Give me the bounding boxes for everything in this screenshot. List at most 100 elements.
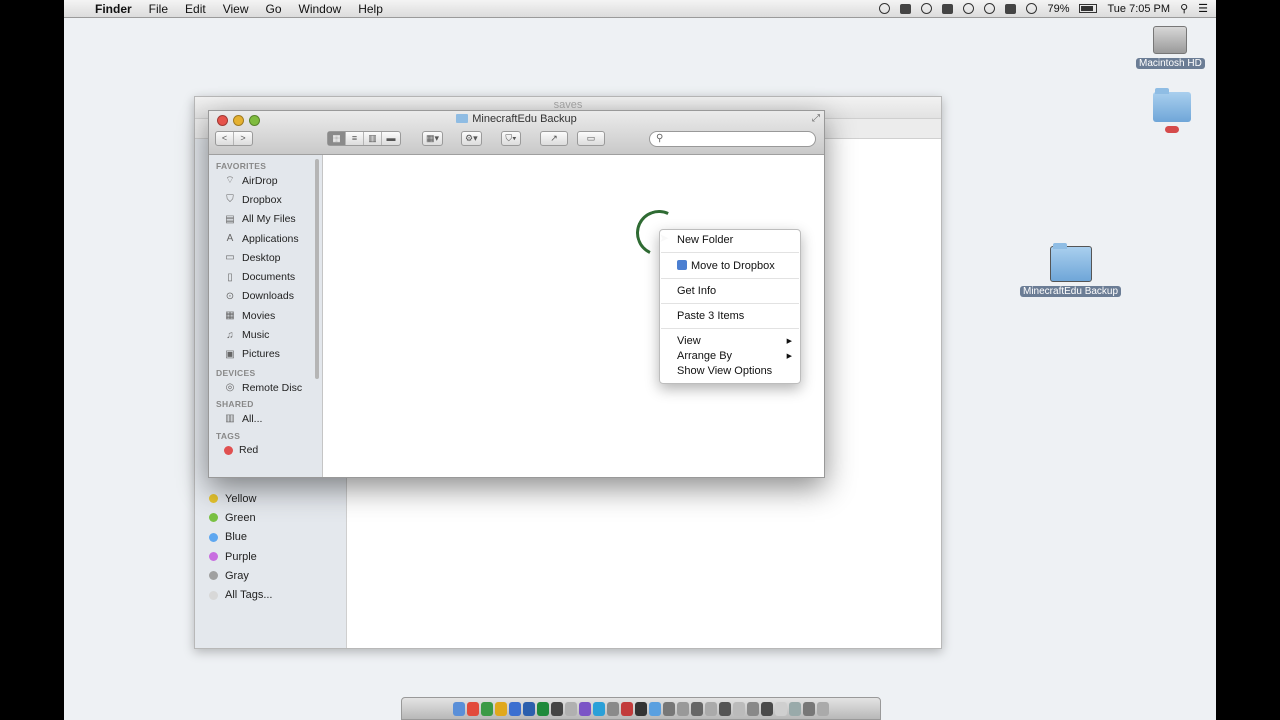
dock-app-icon[interactable] bbox=[677, 701, 689, 716]
wifi-icon[interactable] bbox=[1026, 3, 1038, 14]
window-titlebar[interactable]: MinecraftEdu Backup ⤢ < > ▦ ≡ ▥ ▬ ▦▾ ⚙▾ … bbox=[209, 111, 824, 155]
tag-button[interactable]: ▭ bbox=[577, 131, 605, 146]
sidebar-item-music[interactable]: ♫ Music bbox=[209, 325, 322, 344]
sidebar-item-downloads[interactable]: ⊙ Downloads bbox=[209, 287, 322, 306]
forward-button[interactable]: > bbox=[234, 132, 252, 145]
dock-app-icon[interactable] bbox=[593, 701, 605, 716]
menu-item-show-view-options[interactable]: Show View Options bbox=[677, 364, 794, 379]
column-view-icon[interactable]: ▥ bbox=[364, 132, 382, 145]
sidebar-item-all-my-files[interactable]: ▤ All My Files bbox=[209, 210, 322, 229]
dock-app-icon[interactable] bbox=[635, 701, 647, 716]
menu-item-move-to-dropbox[interactable]: Move to Dropbox bbox=[677, 259, 794, 274]
sidebar-scrollbar[interactable] bbox=[315, 159, 319, 379]
dock-app-icon[interactable] bbox=[467, 701, 479, 716]
action-button[interactable]: ⚙▾ bbox=[461, 131, 482, 146]
dock-app-icon[interactable] bbox=[523, 701, 535, 716]
dock-app-icon[interactable] bbox=[691, 701, 703, 716]
battery-icon[interactable] bbox=[1079, 4, 1098, 13]
tag-dot-icon bbox=[209, 532, 218, 542]
back-button[interactable]: < bbox=[216, 132, 234, 145]
menu-item-get-info[interactable]: Get Info bbox=[677, 284, 794, 299]
icon-view-icon[interactable]: ▦ bbox=[328, 132, 346, 145]
sidebar-item-movies[interactable]: ▦ Movies bbox=[209, 306, 322, 325]
tag-item-blue[interactable]: Blue bbox=[209, 528, 273, 547]
arrange-button[interactable]: ▦▾ bbox=[422, 131, 444, 146]
sidebar-item-pictures[interactable]: ▣ Pictures bbox=[209, 345, 322, 364]
dock-app-icon[interactable] bbox=[579, 701, 591, 716]
dropbox-icon: ⛉▾ bbox=[505, 133, 517, 143]
sidebar-item-desktop[interactable]: ▭ Desktop bbox=[209, 248, 322, 267]
sidebar-item-dropbox[interactable]: ⛉ Dropbox bbox=[209, 190, 322, 209]
dock-app-icon[interactable] bbox=[537, 701, 549, 716]
folder-icon bbox=[1049, 243, 1092, 282]
menu-clock[interactable]: Tue 7:05 PM bbox=[1107, 3, 1170, 15]
list-view-icon[interactable]: ≡ bbox=[346, 132, 364, 145]
menu-finder[interactable]: Finder bbox=[95, 2, 132, 16]
dock-app-icon[interactable] bbox=[453, 701, 465, 716]
sidebar-item-label: Dropbox bbox=[242, 193, 282, 206]
dock-app-icon[interactable] bbox=[649, 701, 661, 716]
tag-item-green[interactable]: Green bbox=[209, 508, 273, 527]
menu-go[interactable]: Go bbox=[266, 2, 282, 16]
dock-app-icon[interactable] bbox=[607, 701, 619, 716]
menu-help[interactable]: Help bbox=[358, 2, 383, 16]
view-buttons: ▦ ≡ ▥ ▬ bbox=[327, 131, 401, 146]
submenu-arrow-icon: ▶ bbox=[786, 353, 792, 360]
dock-app-icon[interactable] bbox=[761, 701, 773, 716]
dock-app-icon[interactable] bbox=[565, 701, 577, 716]
volume-icon[interactable] bbox=[1005, 3, 1017, 14]
submenu-arrow-icon: ▶ bbox=[786, 338, 792, 345]
dock-app-icon[interactable] bbox=[719, 701, 731, 716]
dropbox-button[interactable]: ⛉▾ bbox=[501, 131, 521, 146]
status-icon[interactable] bbox=[879, 3, 891, 14]
coverflow-view-icon[interactable]: ▬ bbox=[382, 132, 400, 145]
dock-app-icon[interactable] bbox=[705, 701, 717, 716]
sidebar-item-remote-disc[interactable]: ◎ Remote Disc bbox=[209, 378, 322, 397]
dock-app-icon[interactable] bbox=[481, 701, 493, 716]
tag-item-all[interactable]: All Tags... bbox=[209, 585, 273, 604]
dock bbox=[401, 697, 881, 720]
menu-item-paste[interactable]: Paste 3 Items bbox=[677, 309, 794, 324]
spotlight-icon[interactable]: ⚲ bbox=[1180, 2, 1188, 15]
notification-center-icon[interactable]: ☰ bbox=[1198, 2, 1208, 15]
timemachine-icon[interactable] bbox=[921, 3, 933, 14]
dock-app-icon[interactable] bbox=[747, 701, 759, 716]
tag-item-gray[interactable]: Gray bbox=[209, 566, 273, 585]
menu-item-view[interactable]: View ▶ bbox=[677, 334, 794, 349]
dock-app-icon[interactable] bbox=[733, 701, 745, 716]
dock-app-icon[interactable] bbox=[789, 701, 801, 716]
dock-app-icon[interactable] bbox=[817, 701, 829, 716]
menu-file[interactable]: File bbox=[149, 2, 168, 16]
fullscreen-icon[interactable]: ⤢ bbox=[812, 113, 820, 124]
tag-item-yellow[interactable]: Yellow bbox=[209, 489, 273, 508]
dock-app-icon[interactable] bbox=[775, 701, 787, 716]
notifications-icon[interactable] bbox=[942, 3, 954, 14]
sidebar-item-airdrop[interactable]: ⌔ AirDrop bbox=[209, 171, 322, 190]
dock-app-icon[interactable] bbox=[663, 701, 675, 716]
dock-app-icon[interactable] bbox=[495, 701, 507, 716]
menu-edit[interactable]: Edit bbox=[185, 2, 206, 16]
clock-icon[interactable] bbox=[963, 3, 975, 14]
share-button[interactable]: ↗ bbox=[540, 131, 568, 146]
tag-item-purple[interactable]: Purple bbox=[209, 547, 273, 566]
dock-app-icon[interactable] bbox=[509, 701, 521, 716]
dock-app-icon[interactable] bbox=[621, 701, 633, 716]
desktop-folder-blank[interactable] bbox=[1153, 88, 1191, 135]
dropbox-status-icon[interactable] bbox=[900, 3, 912, 14]
menu-window[interactable]: Window bbox=[299, 2, 342, 16]
menu-view[interactable]: View bbox=[223, 2, 249, 16]
tag-label: Green bbox=[225, 511, 256, 524]
dock-app-icon[interactable] bbox=[803, 701, 815, 716]
menu-item-new-folder[interactable]: New Folder bbox=[677, 233, 794, 248]
menu-item-arrange-by[interactable]: Arrange By ▶ bbox=[677, 349, 794, 364]
sidebar-item-applications[interactable]: A Applications bbox=[209, 229, 322, 248]
sidebar-item-shared-all[interactable]: ▥ All... bbox=[209, 409, 322, 428]
sidebar-item-tag-red[interactable]: Red bbox=[209, 441, 322, 460]
sidebar-item-label: AirDrop bbox=[242, 174, 278, 187]
bluetooth-icon[interactable] bbox=[984, 3, 996, 14]
desktop-drive[interactable]: Macintosh HD bbox=[1136, 26, 1205, 69]
sidebar-item-documents[interactable]: ▯ Documents bbox=[209, 267, 322, 286]
desktop-folder-backup[interactable]: MinecraftEdu Backup bbox=[1020, 243, 1122, 297]
search-field[interactable]: ⚲ bbox=[649, 131, 816, 147]
dock-app-icon[interactable] bbox=[551, 701, 563, 716]
